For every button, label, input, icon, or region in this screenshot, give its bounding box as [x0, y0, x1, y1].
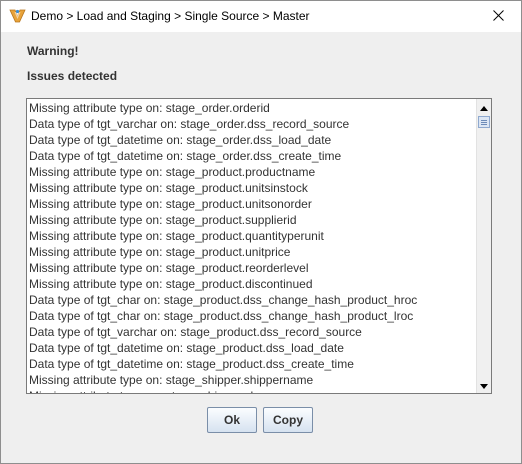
issue-line: Data type of tgt_varchar on: stage_order… [29, 117, 350, 131]
issue-line: Missing attribute type on: stage_product… [29, 197, 312, 211]
triangle-up-icon [480, 99, 488, 116]
issue-line: Data type of tgt_datetime on: stage_prod… [29, 341, 344, 355]
issue-line: Missing attribute type on: stage_product… [29, 165, 316, 179]
issues-text-area[interactable]: Missing attribute type on: stage_order.o… [26, 98, 492, 394]
copy-button[interactable]: Copy [263, 407, 313, 433]
triangle-down-icon [480, 376, 488, 393]
issue-line: Data type of tgt_datetime on: stage_orde… [29, 149, 342, 163]
vertical-scrollbar[interactable] [476, 99, 491, 393]
issues-heading: Issues detected [27, 69, 118, 83]
issue-line: Missing attribute type on: stage_product… [29, 277, 313, 291]
issue-line: Missing attribute type on: stage_product… [29, 245, 291, 259]
issue-line: Missing attribute type on: stage_shipper… [27, 388, 477, 393]
issue-line: Missing attribute type on: stage_product… [29, 181, 308, 195]
issue-line: Missing attribute type on: stage_shipper… [29, 373, 314, 387]
issue-line: Missing attribute type on: stage_product… [29, 229, 324, 243]
thumb-grip-line [481, 120, 487, 121]
issue-line: Missing attribute type on: stage_order.o… [29, 101, 270, 115]
issues-dialog-window: Demo > Load and Staging > Single Source … [0, 0, 522, 464]
window-title: Demo > Load and Staging > Single Source … [31, 9, 310, 23]
dialog-content: Warning! Issues detected Missing attribu… [1, 32, 521, 463]
thumb-grip-line [481, 124, 487, 125]
ok-button[interactable]: Ok [207, 407, 257, 433]
issue-line: Missing attribute type on: stage_product… [29, 213, 297, 227]
wherescape-logo-icon [9, 7, 26, 24]
scroll-up-button[interactable] [477, 99, 491, 115]
scroll-thumb[interactable] [478, 116, 490, 128]
issue-line: Data type of tgt_char on: stage_product.… [29, 309, 414, 323]
issue-line: Data type of tgt_datetime on: stage_orde… [29, 133, 332, 147]
issue-line: Data type of tgt_varchar on: stage_produ… [29, 325, 362, 339]
close-button[interactable] [475, 1, 521, 32]
scroll-down-button[interactable] [477, 377, 491, 393]
warning-heading: Warning! [27, 44, 79, 58]
thumb-grip-line [481, 122, 487, 123]
issues-list[interactable]: Missing attribute type on: stage_order.o… [27, 100, 477, 393]
issue-line: Missing attribute type on: stage_product… [29, 261, 309, 275]
issue-line: Data type of tgt_char on: stage_product.… [29, 293, 418, 307]
close-icon [492, 8, 504, 26]
title-bar[interactable]: Demo > Load and Staging > Single Source … [1, 1, 521, 32]
issue-line: Data type of tgt_datetime on: stage_prod… [29, 357, 354, 371]
